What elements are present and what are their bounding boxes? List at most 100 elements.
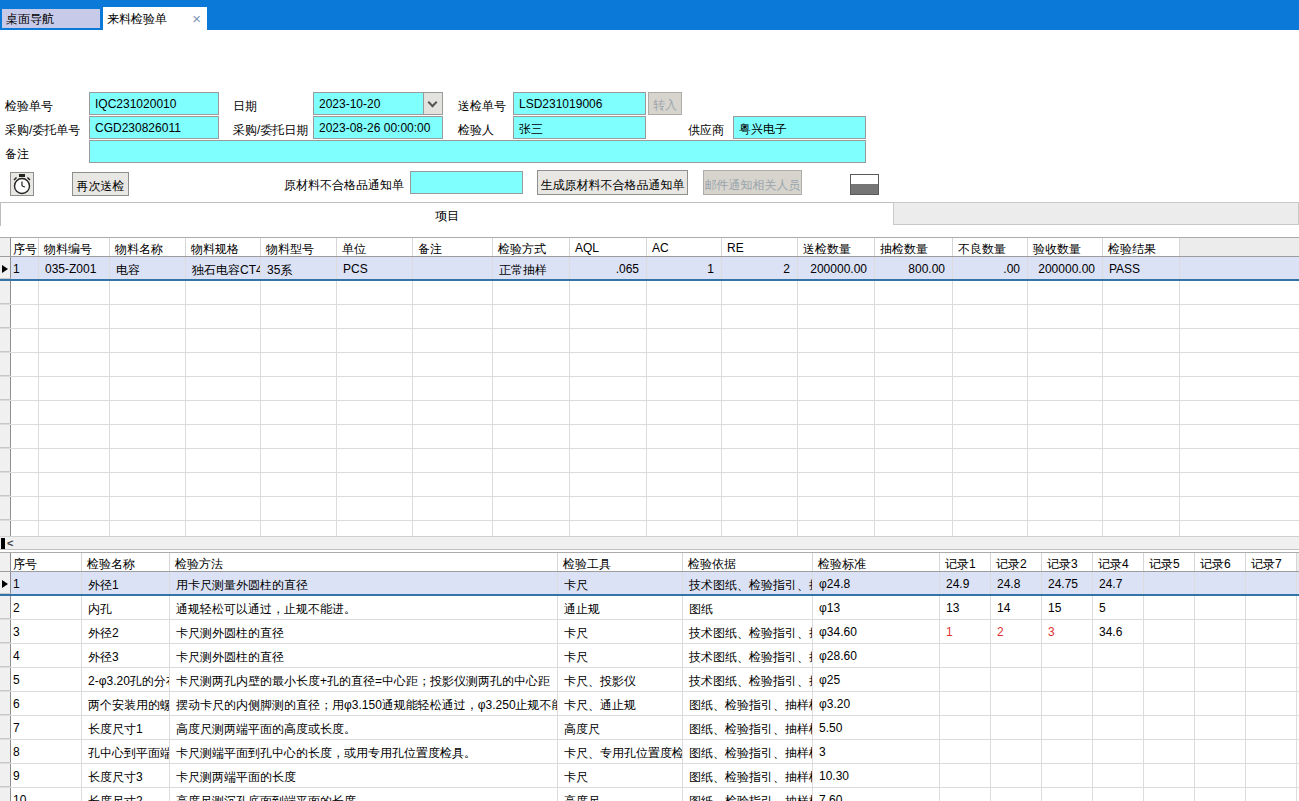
table-cell[interactable] xyxy=(1195,740,1246,763)
table-cell[interactable]: φ13 xyxy=(813,596,940,619)
table-cell[interactable] xyxy=(493,401,570,424)
table-cell[interactable]: 15 xyxy=(1042,596,1093,619)
table-cell[interactable] xyxy=(186,449,261,472)
table-cell[interactable] xyxy=(413,473,493,496)
table-cell[interactable] xyxy=(110,281,186,304)
table-cell[interactable] xyxy=(39,521,110,536)
table-cell[interactable]: 1 xyxy=(11,257,39,279)
table-cell[interactable] xyxy=(1144,572,1195,594)
tab-incoming-inspection[interactable]: 来料检验单 × xyxy=(103,7,207,30)
table-cell[interactable] xyxy=(493,425,570,448)
supplier-field[interactable]: 粤兴电子 xyxy=(733,116,866,139)
table-cell[interactable] xyxy=(1246,716,1297,739)
scrollbar-thumb[interactable] xyxy=(1,538,5,549)
table-cell[interactable] xyxy=(261,329,337,352)
column-header[interactable]: 检验标准 xyxy=(813,553,940,571)
table-cell[interactable] xyxy=(1042,692,1093,715)
table-cell[interactable]: 3 xyxy=(813,740,940,763)
table-cell[interactable]: 正常抽样 xyxy=(493,257,570,279)
column-header[interactable]: 记录6 xyxy=(1195,553,1246,571)
purchase-no-field[interactable]: CGD230826011 xyxy=(89,116,219,139)
table-cell[interactable] xyxy=(11,425,39,448)
table-cell[interactable] xyxy=(39,401,110,424)
table-cell[interactable]: 200000.00 xyxy=(1028,257,1103,279)
table-cell[interactable] xyxy=(647,425,722,448)
table-cell[interactable] xyxy=(11,497,39,520)
table-cell[interactable] xyxy=(722,401,798,424)
column-header[interactable]: 检验方法 xyxy=(170,553,558,571)
table-cell[interactable] xyxy=(39,449,110,472)
table-cell[interactable] xyxy=(1144,596,1195,619)
table-cell[interactable] xyxy=(798,305,875,328)
table-cell[interactable] xyxy=(647,329,722,352)
empty-row[interactable] xyxy=(0,449,1299,473)
table-cell[interactable]: 摆动卡尺的内侧脚测的直径；用φ3.150通规能轻松通过，φ3.250止规不能通过 xyxy=(170,692,558,715)
table-cell[interactable] xyxy=(1103,521,1180,536)
table-cell[interactable]: 图纸、检验指引、抽样检验 xyxy=(683,692,813,715)
table-cell[interactable]: 卡尺 xyxy=(558,620,683,643)
empty-row[interactable] xyxy=(0,425,1299,449)
table-cell[interactable]: φ25 xyxy=(813,668,940,691)
table-cell[interactable]: φ3.20 xyxy=(813,692,940,715)
table-cell[interactable] xyxy=(875,473,953,496)
table-cell[interactable] xyxy=(722,305,798,328)
empty-row[interactable] xyxy=(0,329,1299,353)
column-header[interactable]: 单位 xyxy=(337,238,413,256)
table-cell[interactable] xyxy=(110,329,186,352)
table-cell[interactable]: 独石电容CT4 xyxy=(186,257,261,279)
table-cell[interactable] xyxy=(953,449,1028,472)
table-cell[interactable] xyxy=(875,521,953,536)
column-header[interactable]: 检验结果 xyxy=(1103,238,1180,256)
table-cell[interactable] xyxy=(11,281,39,304)
table-row[interactable]: 9长度尺寸3卡尺测两端平面的长度卡尺图纸、检验指引、抽样检验10.30 xyxy=(0,764,1299,788)
table-cell[interactable]: 图纸 xyxy=(683,596,813,619)
table-cell[interactable] xyxy=(1093,764,1144,787)
table-cell[interactable] xyxy=(647,353,722,376)
table-cell[interactable] xyxy=(953,401,1028,424)
table-cell[interactable]: 卡尺 xyxy=(558,572,683,594)
table-cell[interactable]: 7 xyxy=(11,716,82,739)
table-cell[interactable]: 电容 xyxy=(110,257,186,279)
table-cell[interactable] xyxy=(337,425,413,448)
table-cell[interactable]: φ24.8 xyxy=(813,572,940,594)
column-header[interactable]: 抽检数量 xyxy=(875,238,953,256)
column-header[interactable]: 记录3 xyxy=(1042,553,1093,571)
table-cell[interactable] xyxy=(1103,353,1180,376)
table-cell[interactable] xyxy=(1246,668,1297,691)
table-cell[interactable] xyxy=(722,281,798,304)
table-cell[interactable]: 035-Z001 xyxy=(39,257,110,279)
table-cell[interactable] xyxy=(337,521,413,536)
resend-inspection-button[interactable]: 再次送检 xyxy=(72,172,129,196)
table-cell[interactable] xyxy=(1195,596,1246,619)
table-cell[interactable] xyxy=(1246,692,1297,715)
table-cell[interactable] xyxy=(39,353,110,376)
table-cell[interactable] xyxy=(875,305,953,328)
table-cell[interactable]: 外径2 xyxy=(82,620,170,643)
table-cell[interactable] xyxy=(110,473,186,496)
table-cell[interactable]: 图纸、检验指引、抽样检验 xyxy=(683,740,813,763)
column-header[interactable]: 物料名称 xyxy=(110,238,186,256)
table-cell[interactable] xyxy=(186,425,261,448)
table-cell[interactable] xyxy=(1246,740,1297,763)
table-cell[interactable] xyxy=(798,497,875,520)
table-cell[interactable]: 13 xyxy=(940,596,991,619)
column-header[interactable]: 序号 xyxy=(11,553,82,571)
empty-row[interactable] xyxy=(0,521,1299,536)
table-cell[interactable] xyxy=(261,353,337,376)
table-cell[interactable] xyxy=(1195,644,1246,667)
table-cell[interactable] xyxy=(11,449,39,472)
table-cell[interactable] xyxy=(1103,449,1180,472)
column-header[interactable]: 序号 xyxy=(11,238,39,256)
table-cell[interactable] xyxy=(493,497,570,520)
table-cell[interactable] xyxy=(1028,353,1103,376)
table-cell[interactable] xyxy=(261,473,337,496)
table-cell[interactable] xyxy=(940,668,991,691)
table-cell[interactable] xyxy=(991,764,1042,787)
table-row[interactable]: 1035-Z001电容独石电容CT435系PCS正常抽样.06512200000… xyxy=(0,257,1299,281)
table-cell[interactable]: 长度尺寸3 xyxy=(82,764,170,787)
table-cell[interactable] xyxy=(493,521,570,536)
table-cell[interactable]: 技术图纸、检验指引、抽样 xyxy=(683,668,813,691)
table-cell[interactable] xyxy=(337,473,413,496)
table-cell[interactable] xyxy=(798,329,875,352)
table-cell[interactable]: 卡尺测两端平面的长度 xyxy=(170,764,558,787)
